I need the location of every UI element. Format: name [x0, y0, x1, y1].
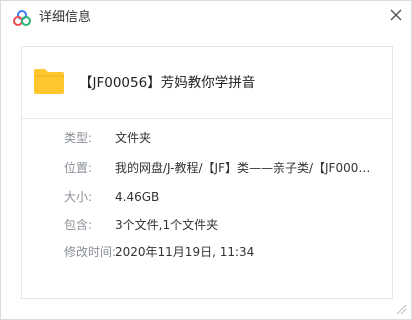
detail-value: 4.46GB	[115, 190, 160, 204]
detail-row-contains: 包含: 3个文件,1个文件夹	[22, 215, 392, 235]
detail-label: 位置:	[64, 161, 93, 175]
detail-value: 3个文件,1个文件夹	[115, 218, 219, 232]
detail-label: 类型:	[64, 131, 93, 145]
detail-label: 修改时间:	[64, 245, 117, 259]
details-dialog: 详细信息 【JF00056】芳妈教你学拼音 类型: 文件夹 位置: 我的网盘/J…	[0, 0, 412, 320]
detail-row-location: 位置: 我的网盘/J-教程/【JF】类——亲子类/【JF0004...	[22, 158, 392, 178]
close-icon[interactable]	[386, 5, 406, 25]
detail-row-type: 类型: 文件夹	[22, 128, 392, 148]
detail-label: 大小:	[64, 190, 93, 204]
detail-value: 文件夹	[115, 131, 152, 145]
details-panel: 【JF00056】芳妈教你学拼音 类型: 文件夹 位置: 我的网盘/J-教程/【…	[21, 46, 393, 299]
detail-label: 包含:	[64, 218, 93, 232]
resize-grip-icon[interactable]	[395, 303, 407, 315]
detail-value: 2020年11月19日, 11:34	[115, 245, 255, 259]
detail-row-modified: 修改时间: 2020年11月19日, 11:34	[22, 242, 392, 262]
folder-icon	[34, 69, 64, 94]
dialog-title: 详细信息	[39, 10, 92, 25]
cloud-logo-icon	[13, 10, 31, 26]
title-bar[interactable]: 详细信息	[1, 1, 411, 35]
detail-value[interactable]: 我的网盘/J-教程/【JF】类——亲子类/【JF0004...	[115, 158, 377, 178]
file-name: 【JF00056】芳妈教你学拼音	[79, 75, 256, 91]
divider	[22, 118, 392, 119]
detail-row-size: 大小: 4.46GB	[22, 187, 392, 207]
